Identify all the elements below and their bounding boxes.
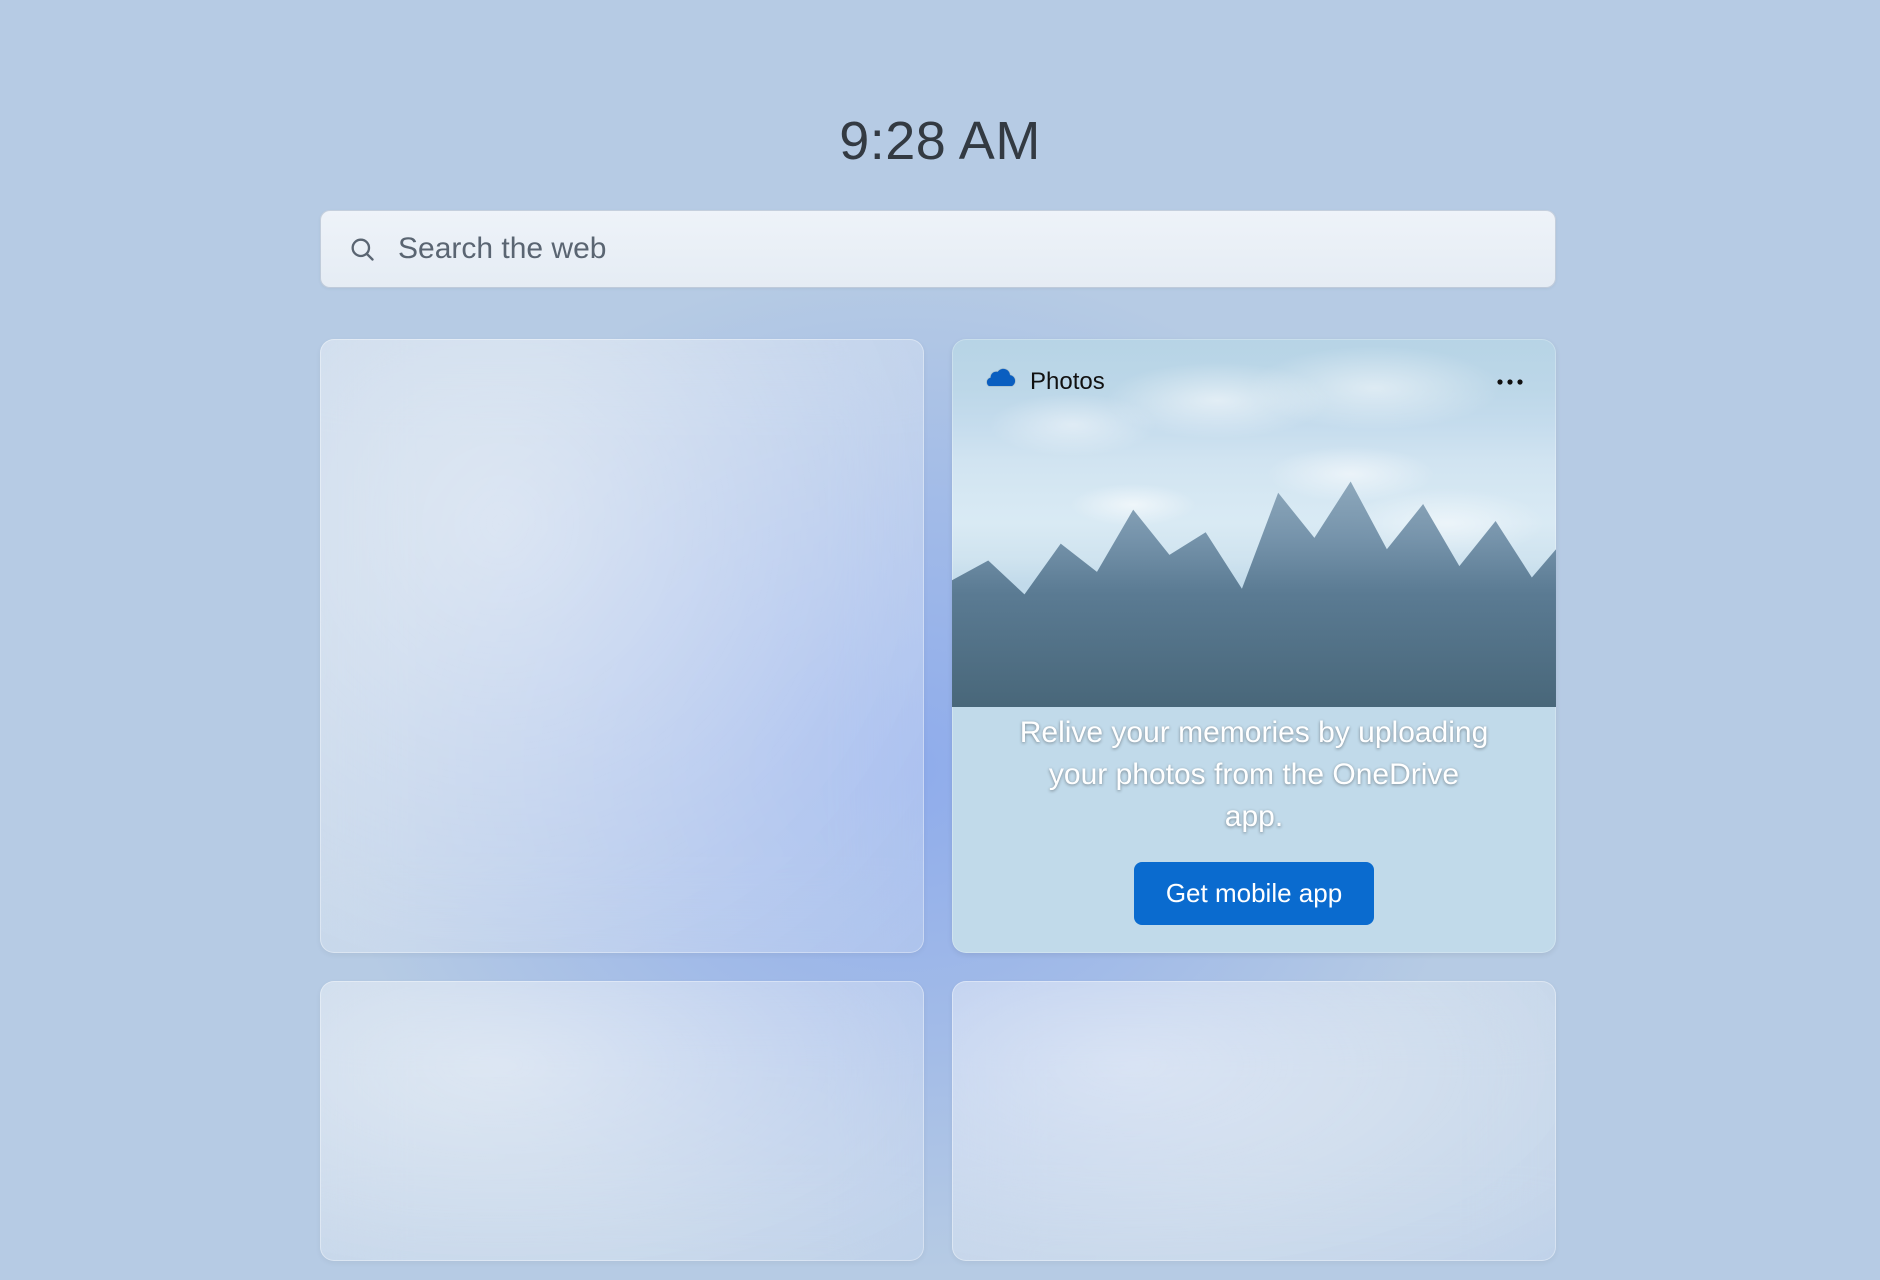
more-icon [1496, 378, 1524, 386]
search-bar[interactable] [320, 210, 1556, 288]
widget-blank-1[interactable] [320, 339, 924, 953]
search-input[interactable] [398, 232, 1528, 266]
widget-photos[interactable]: Photos Relive your memories by uploading… [952, 339, 1556, 953]
widget-blank-2[interactable] [320, 981, 924, 1261]
get-mobile-app-button[interactable]: Get mobile app [1134, 862, 1374, 925]
search-icon [348, 235, 376, 263]
photos-widget-body: Relive your memories by uploading your p… [952, 712, 1556, 925]
photos-widget-more-button[interactable] [1492, 370, 1528, 394]
photos-widget-title: Photos [1030, 368, 1105, 396]
widget-blank-3[interactable] [952, 981, 1556, 1261]
photos-widget-header: Photos [986, 367, 1528, 397]
clock-time: 9:28 AM [839, 110, 1041, 172]
photos-widget-message: Relive your memories by uploading your p… [1019, 712, 1489, 838]
onedrive-icon [986, 367, 1016, 397]
widgets-grid: Photos Relive your memories by uploading… [320, 339, 1556, 1280]
